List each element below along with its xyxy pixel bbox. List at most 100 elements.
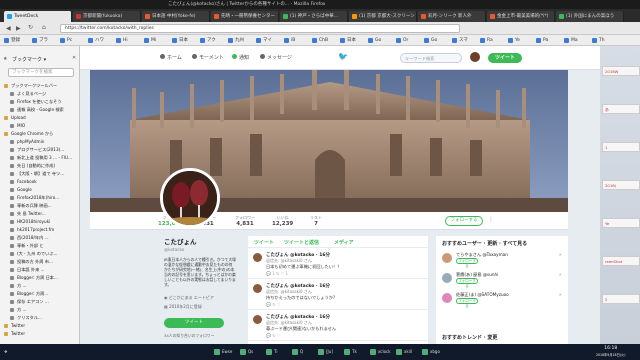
bookmark-tree-item[interactable]: Twitter	[0, 330, 79, 338]
bookmark-item[interactable]: Or	[396, 37, 408, 44]
bookmark-item[interactable]: ハワ	[88, 37, 104, 44]
bookmark-tree-item[interactable]: 西(2018/年内 ...	[0, 234, 79, 242]
stat-lists[interactable]: リスト 7	[310, 215, 322, 227]
start-menu-icon[interactable]: ❖	[4, 347, 8, 357]
tweet-avatar[interactable]	[253, 315, 262, 324]
bookmark-tree-item[interactable]: クリスタル...	[0, 314, 79, 322]
background-window-tab[interactable]: 2016W	[602, 66, 640, 76]
browser-tab[interactable]: 日本語 中村(Yoke-fe)	[142, 11, 210, 22]
more-options-icon[interactable]: ⋮	[488, 216, 494, 223]
bookmark-item[interactable]: マイ	[256, 37, 272, 44]
bookmark-tree-item[interactable]: HK2018hiroyuki	[0, 218, 79, 226]
profile-menu-avatar[interactable]	[470, 52, 480, 62]
sidebar-title[interactable]: ブックマーク ▾	[12, 56, 46, 63]
bookmark-item[interactable]: Hi	[116, 37, 128, 44]
tweet-item[interactable]: こたびょん @kotacko · 16分 返信先: @kitasaki0 さん 持ち…	[248, 280, 428, 310]
twitter-bird-icon[interactable]: 🐦	[338, 52, 348, 61]
bookmark-tree-item[interactable]: Facebook	[0, 178, 79, 186]
browser-tab[interactable]: 京都新聞(fukuoka)	[73, 11, 141, 22]
bookmark-tree-item[interactable]: Blogger: 方周 日本...	[0, 274, 79, 282]
dismiss-icon[interactable]: ✕	[559, 272, 562, 277]
bookmark-tree-item[interactable]: 日本語 外来 ...	[0, 266, 79, 274]
dismiss-icon[interactable]: ✕	[559, 292, 562, 297]
taskbar-app[interactable]: xclock	[370, 347, 391, 357]
taskbar-app[interactable]: Q	[292, 347, 303, 357]
tweet-actions[interactable]: 💬 ↻ ♡	[266, 302, 280, 307]
user-follow-button[interactable]: フォローする	[456, 258, 478, 268]
bookmark-tree-item[interactable]: 専新の兵隊 映画...	[0, 202, 79, 210]
profile-tweet-button[interactable]: ツイート	[164, 318, 224, 328]
bookmark-tree-item[interactable]: phpMyAdmin	[0, 138, 79, 146]
browser-tab[interactable]: (1) 神戸・さらば中華...	[280, 11, 348, 22]
bookmark-item[interactable]: 登録	[4, 37, 20, 44]
tweet-item[interactable]: こたびょん @kotacko · 16分 返信先: @kitasaki0 さん 日本…	[248, 249, 428, 279]
bookmark-tree-item[interactable]: 方 ...	[0, 306, 79, 314]
bookmark-tree-item[interactable]: hk2017project.fm	[0, 226, 79, 234]
suggested-user[interactable]: 佐藤正(ま) @SATOMyzuoo フォローする ✕	[442, 292, 564, 308]
bookmark-item[interactable]: ChB	[312, 37, 328, 44]
tab-tweets-replies[interactable]: ツイートと返信	[284, 239, 319, 246]
browser-tab[interactable]: 先晴・一冊幣保養センター	[211, 11, 279, 22]
background-window-tab[interactable]: Ye	[602, 218, 640, 228]
bookmark-tree-item[interactable]: 速報 高校 - Google 検索	[0, 106, 79, 114]
bookmark-tree-item[interactable]: Google Chrome から	[0, 130, 79, 138]
stat-likes[interactable]: いいね 12,239	[272, 215, 293, 227]
bookmark-tree-item[interactable]: ブックマークツールバー	[0, 82, 79, 90]
bookmark-item[interactable]: Pc	[60, 37, 72, 44]
forward-icon[interactable]: ▶	[16, 25, 21, 32]
bookmark-item[interactable]: スマ	[452, 37, 468, 44]
taskbar-app[interactable]: xbgo	[422, 347, 440, 357]
browser-tab[interactable]: (1) 京都 京都大-スクリーン	[349, 11, 417, 22]
bookmark-tree-item[interactable]: MIO	[0, 122, 79, 130]
bookmark-tree-item[interactable]: Blogger: 方周...	[0, 290, 79, 298]
followers-you-know[interactable]: 34人の知り合いのフォロワー	[164, 333, 236, 339]
close-icon[interactable]: ✕	[72, 55, 76, 61]
background-window-tab[interactable]: 2	[602, 294, 640, 304]
bookmark-tree-item[interactable]: 方 ...	[0, 282, 79, 290]
profile-handle[interactable]: @kotacko	[164, 247, 236, 252]
bookmark-tree-item[interactable]: Google	[0, 186, 79, 194]
reload-icon[interactable]: ↻	[28, 24, 33, 31]
bookmark-item[interactable]: Ye	[508, 37, 520, 44]
tweet-avatar[interactable]	[253, 284, 262, 293]
nav-messages[interactable]: メッセージ	[260, 54, 292, 61]
browser-tab[interactable]: 金金上市-最美美場的(*i*)	[487, 11, 555, 22]
bookmark-item[interactable]: Ra	[480, 37, 493, 44]
bookmark-tree-item[interactable]: 先日 (自動的に作成)	[0, 162, 79, 170]
browser-tab[interactable]: TweetDeck	[4, 11, 72, 22]
bookmark-item[interactable]: 日本	[172, 37, 188, 44]
bookmark-tree-item[interactable]: 保存 エアコン ...	[0, 298, 79, 306]
twitter-search-input[interactable]: キーワード検索	[400, 53, 462, 63]
tweet-item[interactable]: こたびょん @kotacko · 16分 返信先: @kitasaki0 さん 尊ぶ…	[248, 311, 428, 341]
bookmark-item[interactable]: Mi	[144, 37, 156, 44]
bookmark-item[interactable]: Pa	[536, 37, 548, 44]
taskbar-app[interactable]: [Ju]	[318, 347, 333, 357]
bookmark-tree-item[interactable]: 投稿の方 外周 市...	[0, 258, 79, 266]
bookmark-tree-item[interactable]: 【大阪・堺】道で 寺ツ...	[0, 170, 79, 178]
taskbar-app[interactable]: xkill	[396, 347, 412, 357]
nav-moments[interactable]: モーメント	[192, 54, 224, 61]
suggested-user[interactable]: 菅鷹(あ) 屋島 @sunhi フォローする ✕	[442, 272, 564, 288]
background-window-tab[interactable]: reenShot	[602, 256, 640, 266]
bookmark-tree-item[interactable]: 新北上道 投稿用 3 … - FIU...	[0, 154, 79, 162]
background-window-tab[interactable]: 2018(	[602, 180, 640, 190]
taskbar-app[interactable]: Ti	[266, 347, 277, 357]
bookmark-item[interactable]: 日本	[340, 37, 356, 44]
tweet-avatar[interactable]	[253, 253, 262, 262]
profile-avatar[interactable]	[160, 168, 220, 228]
bookmark-tree-item[interactable]: Firefox を使いこなそう	[0, 98, 79, 106]
nav-notifications[interactable]: 通知	[232, 54, 249, 61]
bookmark-tree-item[interactable]: 専新・外部 と	[0, 242, 79, 250]
url-bar[interactable]: https://twitter.com/kotacko/with_replies	[60, 24, 460, 33]
follow-button[interactable]: フォローする	[445, 216, 483, 226]
background-window-tab[interactable]: あ	[602, 104, 640, 114]
bookmark-item[interactable]: Go	[368, 37, 381, 44]
tweet-actions[interactable]: 💬 1 ↻ ♡ 1	[266, 271, 288, 276]
bookmark-tree-item[interactable]: よく見るページ	[0, 90, 79, 98]
bookmark-tree-item[interactable]: (大 - 九州 のでいぶ...	[0, 250, 79, 258]
bookmark-item[interactable]: 九州	[228, 37, 244, 44]
bookmark-tree-item[interactable]: Upload	[0, 114, 79, 122]
bookmark-tree-item[interactable]: ブログサービス(2013)...	[0, 146, 79, 154]
tab-tweets[interactable]: ツイート	[254, 239, 274, 246]
stat-followers[interactable]: フォロワー 4,831	[235, 215, 255, 227]
